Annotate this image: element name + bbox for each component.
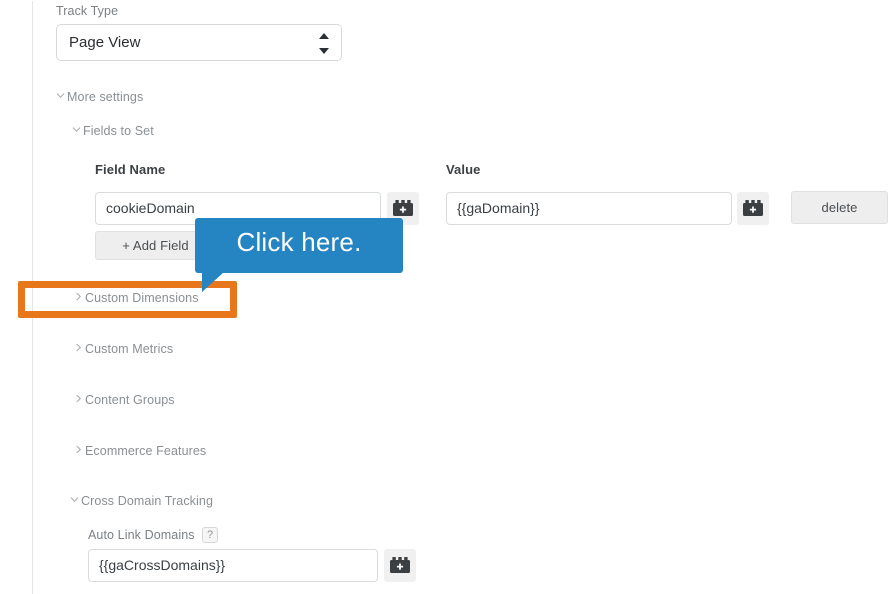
- lego-brick-plus-icon[interactable]: [737, 192, 769, 225]
- callout-annotation: Click here.: [195, 218, 403, 273]
- track-type-select[interactable]: Page View: [56, 24, 342, 61]
- callout-tail-icon: [202, 272, 224, 292]
- section-content-groups-label: Content Groups: [85, 393, 175, 407]
- chevron-down-icon: [72, 125, 83, 134]
- chevron-down-icon: [70, 495, 81, 504]
- track-type-selected-value: Page View: [69, 34, 141, 51]
- callout-text: Click here.: [236, 227, 362, 257]
- column-header-value: Value: [446, 162, 481, 177]
- section-ecommerce-features[interactable]: Ecommerce Features: [74, 444, 206, 458]
- chevron-right-icon: [74, 343, 85, 352]
- delete-button[interactable]: delete: [791, 191, 888, 224]
- track-type-label: Track Type: [56, 4, 119, 18]
- section-ecommerce-features-label: Ecommerce Features: [85, 444, 207, 458]
- question-mark-icon[interactable]: ?: [202, 527, 218, 543]
- section-more-settings-label: More settings: [67, 90, 144, 104]
- auto-link-domains-input[interactable]: {{gaCrossDomains}}: [88, 549, 378, 582]
- settings-panel: Track Type Page View More settings Field…: [0, 0, 895, 594]
- panel-top-divider: [32, 0, 895, 1]
- section-more-settings[interactable]: More settings: [56, 90, 143, 104]
- chevron-right-icon: [74, 445, 85, 454]
- chevron-down-icon: [56, 91, 67, 100]
- lego-brick-plus-icon[interactable]: [384, 549, 416, 582]
- auto-link-domains-label: Auto Link Domains: [88, 528, 195, 542]
- stepper-arrows-icon[interactable]: [319, 33, 330, 54]
- section-fields-to-set[interactable]: Fields to Set: [72, 124, 154, 138]
- section-fields-to-set-label: Fields to Set: [83, 124, 154, 138]
- section-cross-domain-tracking-label: Cross Domain Tracking: [81, 494, 214, 508]
- section-content-groups[interactable]: Content Groups: [74, 393, 175, 407]
- chevron-right-icon: [74, 394, 85, 403]
- section-custom-metrics-label: Custom Metrics: [85, 342, 174, 356]
- value-input[interactable]: {{gaDomain}}: [446, 192, 732, 225]
- section-cross-domain-tracking[interactable]: Cross Domain Tracking: [70, 494, 213, 508]
- column-header-field-name: Field Name: [95, 162, 166, 177]
- section-custom-metrics[interactable]: Custom Metrics: [74, 342, 173, 356]
